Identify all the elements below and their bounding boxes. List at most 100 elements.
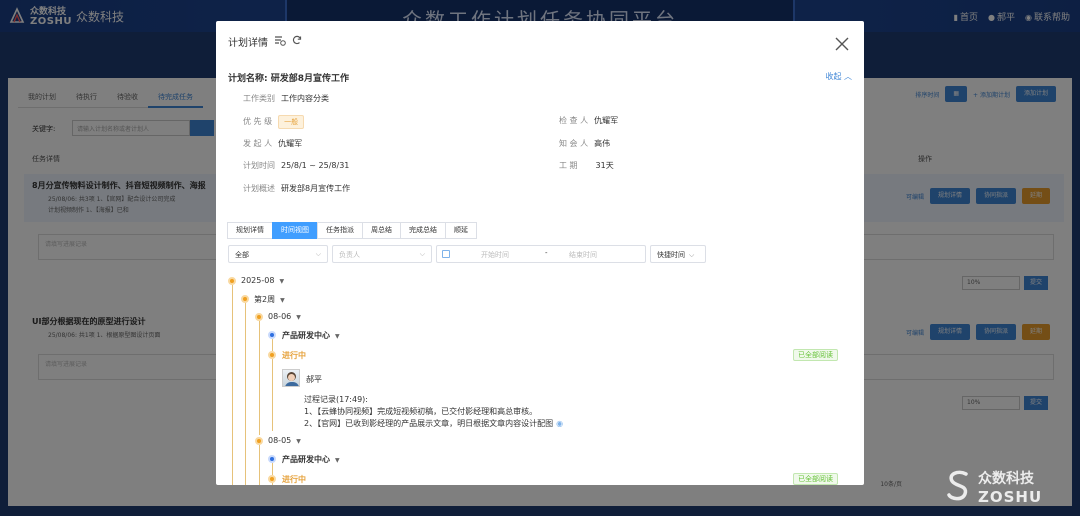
status-label: 进行中 <box>282 475 306 484</box>
field-work-type: 工作类别 工作内容分类 <box>243 93 329 104</box>
end-date-placeholder: 结束时间 <box>569 251 597 259</box>
timeline-line <box>232 285 233 485</box>
field-label: 发 起 人 <box>243 139 273 148</box>
date-range-separator: - <box>545 249 548 257</box>
watermark: 众数科技 ZOSHU <box>944 464 1056 510</box>
tab-plan-detail[interactable]: 规划详情 <box>227 222 273 239</box>
field-checker: 检 查 人仇耀军 <box>559 115 618 126</box>
field-value: 31天 <box>595 161 614 170</box>
month-node-icon <box>228 277 236 285</box>
record-line-text: 2、【官网】已收到影经理的产品展示文章，明日根据文章内容设计配图 <box>304 419 554 428</box>
field-value: 研发部8月宣传工作 <box>281 184 351 193</box>
modal-header: 计划详情 <box>216 21 864 61</box>
day-label: 08-06 <box>268 312 292 321</box>
timeline-line <box>272 483 273 485</box>
field-label: 优 先 级 <box>243 117 273 126</box>
plan-name-value: 研发部8月宣传工作 <box>270 74 350 84</box>
list-export-icon[interactable] <box>274 34 286 46</box>
field-label: 检 查 人 <box>559 116 589 125</box>
day-toggle[interactable]: 08-05 ▼ <box>268 436 301 445</box>
avatar <box>282 369 300 387</box>
field-label: 工作类别 <box>243 94 275 103</box>
owner-select-placeholder: 负责人 <box>339 251 360 259</box>
dept-label: 产品研发中心 <box>282 455 330 464</box>
tab-task-assign[interactable]: 任务指派 <box>317 222 363 239</box>
caret-down-icon: ▼ <box>296 314 301 321</box>
field-priority: 优 先 级一般 <box>243 115 305 129</box>
day-label: 08-05 <box>268 436 292 445</box>
chevron-up-icon: ︿ <box>841 72 852 81</box>
week-label: 第2周 <box>254 295 276 304</box>
detail-tabs: 规划详情 时间视图 任务指派 周总结 完成总结 顺延 <box>227 222 477 239</box>
dept-toggle[interactable]: 产品研发中心 ▼ <box>282 330 340 341</box>
user-name: 郝平 <box>306 375 322 384</box>
week-node-icon <box>241 295 249 303</box>
field-initiator: 发 起 人仇耀军 <box>243 138 302 149</box>
dept-node-icon <box>268 455 276 463</box>
timeline-line <box>259 445 260 485</box>
field-label: 计划概述 <box>243 184 275 193</box>
timeline-line <box>272 339 273 351</box>
plan-name-label: 计划名称: <box>228 74 268 84</box>
chevron-down-icon: ⌵ <box>419 250 425 258</box>
month-toggle[interactable]: 2025-08 ▼ <box>241 276 284 285</box>
field-value: 仇耀军 <box>594 116 619 125</box>
collapse-link[interactable]: 收起 ︿ <box>825 71 852 82</box>
owner-select[interactable]: 负责人 ⌵ <box>332 245 432 263</box>
filter-bar: 全部 ⌵ 负责人 ⌵ 开始时间 - 结束时间 快捷时间 ⌵ <box>228 245 858 263</box>
field-value: 仇耀军 <box>278 139 303 148</box>
caret-down-icon: ▼ <box>280 297 285 304</box>
timeline-line <box>245 303 246 485</box>
priority-badge: 一般 <box>278 115 305 129</box>
close-icon[interactable] <box>834 36 850 52</box>
caret-down-icon: ▼ <box>279 278 285 285</box>
watermark-logo-icon <box>947 470 968 501</box>
field-overview: 计划概述 研发部8月宣传工作 <box>243 183 350 194</box>
modal-body: 计划名称: 研发部8月宣传工作 收起 ︿ 工作类别 工作内容分类 优 先 级一般 … <box>216 65 864 485</box>
field-plan-time: 计划时间 25/8/1 ~ 25/8/31 <box>243 160 349 171</box>
field-value: 工作内容分类 <box>281 94 329 103</box>
start-date-placeholder: 开始时间 <box>481 251 509 259</box>
day-node-icon <box>255 437 263 445</box>
date-range-picker[interactable]: 开始时间 - 结束时间 <box>436 245 646 263</box>
chevron-down-icon: ⌵ <box>689 251 695 259</box>
calendar-icon <box>442 250 450 258</box>
day-node-icon <box>255 313 263 321</box>
tab-final-summary[interactable]: 完成总结 <box>400 222 446 239</box>
scope-select-value: 全部 <box>235 251 249 259</box>
dept-node-icon <box>268 331 276 339</box>
field-duration: 工 期 31天 <box>559 160 614 171</box>
record-line: 2、【官网】已收到影经理的产品展示文章，明日根据文章内容设计配图 ◉ <box>304 418 563 430</box>
read-status-badge: 已全部阅读 <box>793 349 838 361</box>
dept-toggle[interactable]: 产品研发中心 ▼ <box>282 454 340 465</box>
timeline-line <box>259 321 260 435</box>
status-node-icon <box>268 351 276 359</box>
field-notify: 知 会 人高伟 <box>559 138 610 149</box>
refresh-icon[interactable] <box>291 34 303 46</box>
tab-postpone[interactable]: 顺延 <box>445 222 477 239</box>
status-node-icon <box>268 475 276 483</box>
record-line: 1、【云蜂协同视频】完成短视频初稿，已交付影经理和高总审核。 <box>304 407 538 416</box>
week-toggle[interactable]: 第2周 ▼ <box>254 294 285 305</box>
caret-down-icon: ▼ <box>335 333 340 340</box>
quick-time-select[interactable]: 快捷时间 ⌵ <box>650 245 706 263</box>
scope-select[interactable]: 全部 ⌵ <box>228 245 328 263</box>
field-value: 高伟 <box>594 139 611 148</box>
field-label: 工 期 <box>559 161 578 170</box>
dept-label: 产品研发中心 <box>282 331 330 340</box>
field-label: 计划时间 <box>243 161 275 170</box>
watermark-en-text: ZOSHU <box>978 488 1043 506</box>
read-status-badge: 已全部阅读 <box>793 473 838 485</box>
day-toggle[interactable]: 08-06 ▼ <box>268 312 301 321</box>
modal-title: 计划详情 <box>228 38 268 49</box>
caret-down-icon: ▼ <box>296 438 301 445</box>
watermark-cn-text: 众数科技 <box>978 471 1034 487</box>
tab-time-view[interactable]: 时间视图 <box>272 222 318 239</box>
timeline-line <box>272 463 273 475</box>
tab-weekly-summary[interactable]: 周总结 <box>362 222 401 239</box>
status-label: 进行中 <box>282 351 306 360</box>
field-value: 25/8/1 ~ 25/8/31 <box>281 161 350 170</box>
eye-icon[interactable]: ◉ <box>556 419 563 428</box>
collapse-label: 收起 <box>825 72 842 81</box>
plan-name: 计划名称: 研发部8月宣传工作 <box>228 71 349 84</box>
